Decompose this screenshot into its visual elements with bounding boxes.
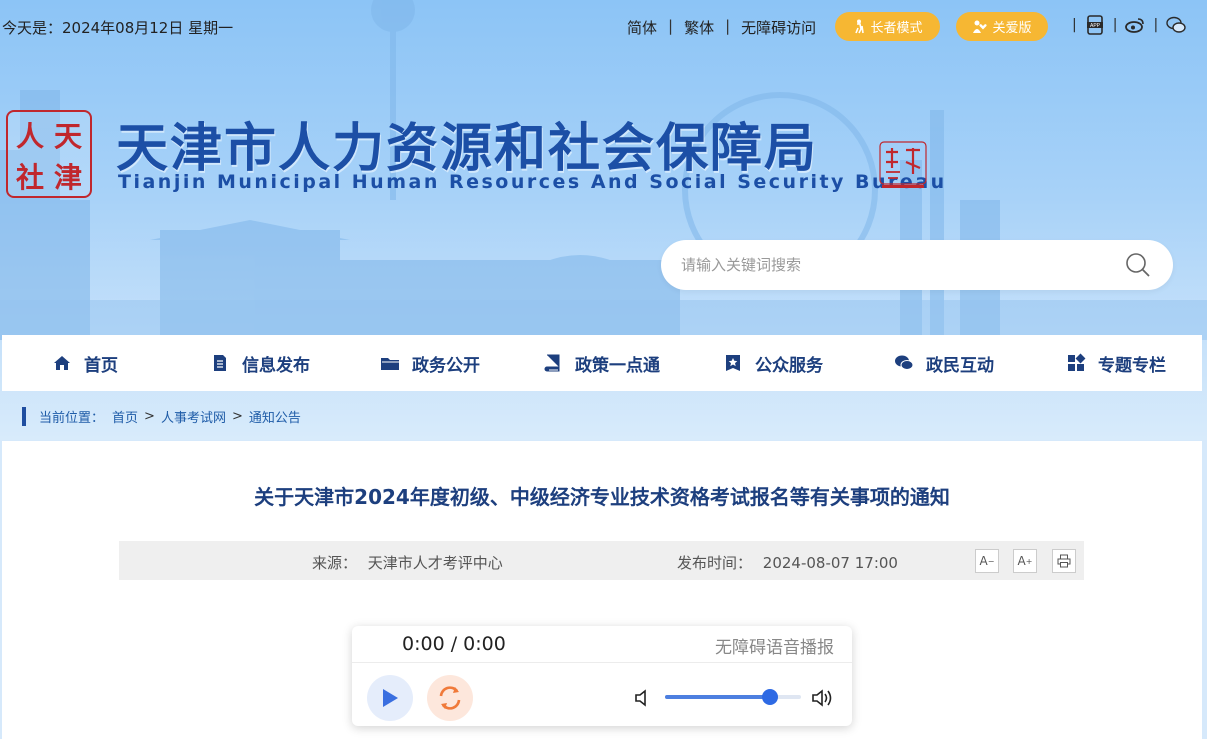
logo-char: 津 — [54, 161, 83, 194]
care-people-icon — [973, 20, 988, 33]
separator: | — [1153, 17, 1159, 33]
current-date: 今天是：2024年08月12日 星期一 — [2, 19, 234, 37]
article-title: 关于天津市2024年度初级、中级经济专业技术资格考试报名等有关事项的通知 — [254, 485, 950, 509]
site-title: 天津市人力资源和社会保障局 — [116, 119, 819, 179]
volume-knob[interactable] — [761, 689, 778, 705]
separator: | — [1112, 17, 1118, 33]
loop-icon — [439, 686, 461, 710]
article-source: 来源： 天津市人才考评中心 — [312, 552, 503, 573]
breadcrumb-notices[interactable]: 通知公告 — [249, 407, 301, 426]
play-icon — [383, 689, 398, 707]
player-time: 0:00 / 0:00 — [402, 633, 506, 655]
separator: | — [1072, 17, 1077, 33]
player-divider — [352, 662, 852, 663]
volume-low-icon[interactable] — [632, 687, 654, 709]
grid-icon — [1068, 353, 1086, 371]
volume-slider[interactable] — [665, 689, 801, 705]
simplified-chinese-link[interactable]: 简体 — [627, 17, 657, 38]
article-meta-bar: 来源： 天津市人才考评中心 发布时间： 2024-08-07 17:00 A − … — [119, 541, 1084, 580]
breadcrumb-prefix: 当前位置： — [39, 410, 105, 426]
language-switcher: 简体 | 繁体 | 无障碍访问 — [627, 17, 816, 38]
breadcrumb: 当前位置： 首页 > 人事考试网 > 通知公告 — [22, 406, 301, 426]
print-button[interactable] — [1052, 549, 1076, 573]
nav-label: 政务公开 — [412, 355, 480, 376]
nav-public-service[interactable]: 公众服务 — [723, 335, 823, 391]
print-icon — [1057, 554, 1071, 568]
current-time: 0:00 — [402, 633, 445, 655]
document-icon — [214, 355, 226, 371]
care-version-label: 关爱版 — [992, 21, 1032, 36]
chat-icon — [895, 355, 914, 370]
nav-label: 公众服务 — [755, 355, 823, 376]
time-value: 2024-08-07 17:00 — [762, 554, 898, 572]
font-decrease-label: A — [979, 554, 988, 568]
star-badge-icon — [726, 355, 740, 371]
accessibility-link[interactable]: 无障碍访问 — [741, 17, 816, 38]
elder-person-icon — [855, 19, 865, 34]
breadcrumb-separator: > — [144, 408, 155, 424]
elder-mode-label: 长者模式 — [870, 21, 923, 36]
traditional-chinese-link[interactable]: 繁体 — [684, 17, 714, 38]
breadcrumb-marker — [22, 406, 26, 426]
breadcrumb-home[interactable]: 首页 — [112, 407, 138, 426]
nav-label: 专题专栏 — [1098, 355, 1166, 376]
nav-label: 首页 — [84, 355, 118, 376]
top-bar: 今天是：2024年08月12日 星期一 简体 | 繁体 | 无障碍访问 长者模式… — [0, 0, 1207, 52]
site-subtitle: Tianjin Municipal Human Resources And So… — [118, 171, 947, 193]
nav-policy[interactable]: 政策一点通 — [543, 335, 660, 391]
nav-interaction[interactable]: 政民互动 — [894, 335, 994, 391]
care-version-button[interactable]: 关爱版 — [956, 12, 1048, 41]
player-label: 无障碍语音播报 — [715, 638, 834, 658]
home-icon — [54, 356, 70, 370]
nav-special-topics[interactable]: 专题专栏 — [1066, 335, 1166, 391]
search-input[interactable] — [681, 253, 1101, 277]
tianjin-emblem-icon — [879, 141, 927, 188]
time-label: 发布时间： — [677, 554, 753, 572]
nav-label: 政策一点通 — [575, 355, 660, 376]
time-separator: / — [450, 633, 458, 655]
source-label: 来源： — [312, 554, 358, 572]
main-nav: 首页 信息发布 政务公开 政策一点通 公众服务 政民互动 专题专栏 — [2, 335, 1202, 391]
svg-text:APP: APP — [1090, 23, 1101, 29]
weibo-icon[interactable] — [1125, 15, 1145, 35]
font-decrease-button[interactable]: A − — [975, 549, 999, 573]
search-icon[interactable] — [1125, 252, 1151, 278]
search-box — [661, 240, 1173, 290]
volume-fill — [665, 695, 770, 699]
article-time: 发布时间： 2024-08-07 17:00 — [677, 552, 898, 573]
nav-gov-affairs[interactable]: 政务公开 — [380, 335, 480, 391]
separator: | — [725, 17, 731, 35]
logo-char: 社 — [16, 161, 45, 194]
font-increase-button[interactable]: A + — [1013, 549, 1037, 573]
folder-icon — [381, 358, 399, 370]
separator: | — [668, 17, 674, 35]
play-button[interactable] — [367, 675, 413, 721]
audio-player: 0:00 / 0:00 无障碍语音播报 — [352, 626, 852, 726]
breadcrumb-separator: > — [231, 408, 243, 424]
duration: 0:00 — [463, 633, 506, 655]
article-panel: 关于天津市2024年度初级、中级经济专业技术资格考试报名等有关事项的通知 来源：… — [2, 441, 1202, 739]
nav-home[interactable]: 首页 — [52, 335, 118, 391]
logo-char: 天 — [54, 120, 83, 153]
elder-mode-button[interactable]: 长者模式 — [835, 12, 940, 41]
breadcrumb-exam-site[interactable]: 人事考试网 — [161, 407, 226, 426]
nav-label: 信息发布 — [242, 355, 310, 376]
logo-char: 人 — [16, 120, 45, 153]
bureau-logo[interactable]: 人 天 社 津 — [6, 110, 92, 198]
book-icon — [544, 354, 560, 372]
nav-news[interactable]: 信息发布 — [210, 335, 310, 391]
nav-label: 政民互动 — [926, 355, 994, 376]
wechat-icon[interactable] — [1166, 15, 1186, 35]
app-icon[interactable]: APP — [1085, 15, 1105, 35]
source-value: 天津市人才考评中心 — [367, 554, 503, 572]
volume-high-icon[interactable] — [810, 686, 836, 710]
social-icons: | APP | | — [1064, 15, 1186, 35]
loop-button[interactable] — [427, 675, 473, 721]
font-increase-label: A — [1017, 554, 1026, 568]
